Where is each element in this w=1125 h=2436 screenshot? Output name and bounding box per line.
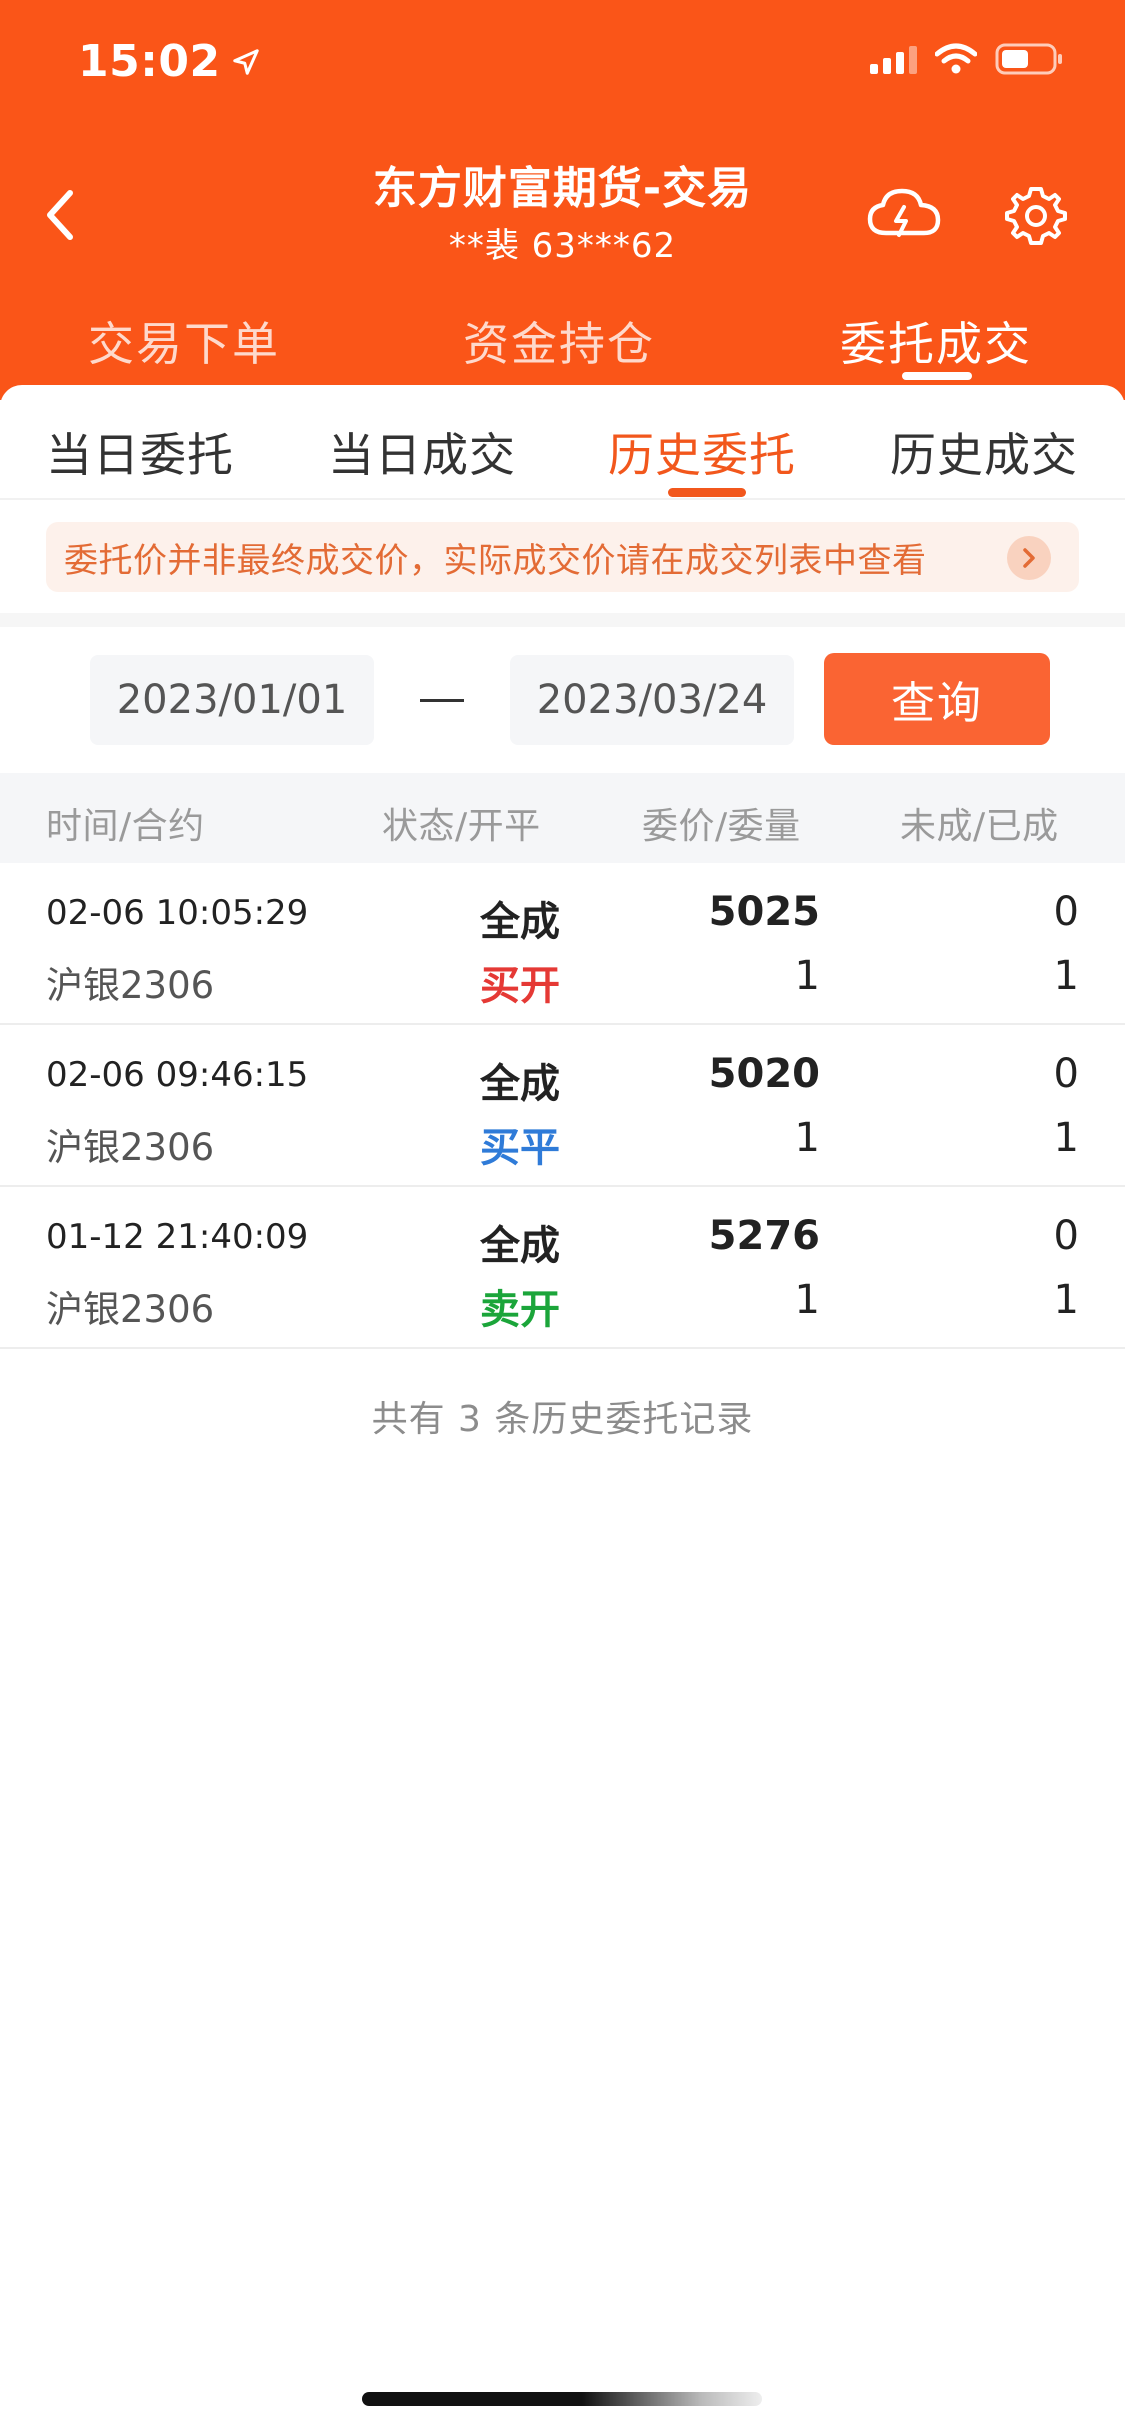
records-summary: 共有 3 条历史委托记录 bbox=[371, 1399, 754, 1440]
notice-text: 委托价并非最终成交价，实际成交价请在成交列表中查看 bbox=[64, 540, 927, 581]
end-date-field[interactable]: 2023/03/24 bbox=[510, 655, 794, 745]
account-subtitle: **裴 63***62 bbox=[448, 226, 677, 266]
tab-today-orders[interactable]: 当日委托 bbox=[46, 419, 234, 485]
order-filled: 1 bbox=[1053, 1115, 1079, 1161]
order-time: 02-06 09:46:15 bbox=[46, 1055, 309, 1095]
tab-funds-positions[interactable]: 资金持仓 bbox=[463, 308, 655, 374]
order-price: 5025 bbox=[708, 889, 820, 935]
location-arrow-icon bbox=[232, 48, 259, 75]
home-indicator[interactable] bbox=[362, 2392, 762, 2406]
status-time: 15:02 bbox=[78, 36, 261, 87]
order-filled: 1 bbox=[1053, 953, 1079, 999]
signal-icon bbox=[870, 44, 917, 74]
order-status: 全成 bbox=[480, 1061, 560, 1107]
order-list: 02-06 10:05:29 沪银2306 全成 买开 5025 1 0 1 0… bbox=[0, 863, 1125, 1349]
cloud-icon[interactable] bbox=[866, 185, 942, 241]
table-row[interactable]: 02-06 10:05:29 沪银2306 全成 买开 5025 1 0 1 bbox=[0, 863, 1125, 1025]
order-unfilled: 0 bbox=[1053, 889, 1079, 935]
header-status-side: 状态/开平 bbox=[382, 806, 541, 847]
start-date-field[interactable]: 2023/01/01 bbox=[90, 655, 374, 745]
order-side: 买平 bbox=[480, 1125, 560, 1171]
order-unfilled: 0 bbox=[1053, 1213, 1079, 1259]
tab-today-trades[interactable]: 当日成交 bbox=[328, 419, 516, 485]
order-side: 卖开 bbox=[480, 1287, 560, 1333]
order-qty: 1 bbox=[794, 1115, 820, 1161]
order-status: 全成 bbox=[480, 1223, 560, 1269]
order-qty: 1 bbox=[794, 953, 820, 999]
app-screen: 15:02 东方财富期货-交易 **裴 63***62 交易下单 资金持仓 委托… bbox=[0, 0, 1125, 2436]
status-icons bbox=[870, 42, 1065, 76]
sub-tab-indicator bbox=[668, 488, 746, 497]
chevron-right-icon[interactable] bbox=[1007, 536, 1051, 580]
tab-trade-order[interactable]: 交易下单 bbox=[88, 308, 280, 374]
order-filled: 1 bbox=[1053, 1277, 1079, 1323]
sub-tabs: 当日委托 当日成交 历史委托 历史成交 bbox=[0, 385, 1125, 500]
order-contract: 沪银2306 bbox=[46, 1288, 215, 1331]
order-contract: 沪银2306 bbox=[46, 964, 215, 1007]
top-tabs: 交易下单 资金持仓 委托成交 bbox=[0, 300, 1125, 380]
status-time-text: 15:02 bbox=[78, 36, 221, 87]
order-price: 5276 bbox=[708, 1213, 820, 1259]
tab-orders-trades[interactable]: 委托成交 bbox=[840, 308, 1032, 374]
order-time: 02-06 10:05:29 bbox=[46, 893, 309, 933]
header-price-qty: 委价/委量 bbox=[642, 806, 801, 847]
page-title: 东方财富期货-交易 bbox=[372, 163, 753, 214]
order-price: 5020 bbox=[708, 1051, 820, 1097]
order-contract: 沪银2306 bbox=[46, 1126, 215, 1169]
date-range-dash bbox=[420, 699, 464, 702]
header-time-contract: 时间/合约 bbox=[46, 806, 205, 847]
battery-icon bbox=[995, 43, 1062, 75]
tab-history-trades[interactable]: 历史成交 bbox=[890, 419, 1078, 485]
order-side: 买开 bbox=[480, 963, 560, 1009]
table-row[interactable]: 01-12 21:40:09 沪银2306 全成 卖开 5276 1 0 1 bbox=[0, 1187, 1125, 1349]
content-card: 当日委托 当日成交 历史委托 历史成交 委托价并非最终成交价，实际成交价请在成交… bbox=[0, 385, 1125, 2436]
query-button[interactable]: 查询 bbox=[824, 653, 1050, 745]
section-divider bbox=[0, 613, 1125, 627]
order-qty: 1 bbox=[794, 1277, 820, 1323]
wifi-icon bbox=[935, 43, 977, 74]
notice-banner[interactable]: 委托价并非最终成交价，实际成交价请在成交列表中查看 bbox=[46, 522, 1079, 592]
order-unfilled: 0 bbox=[1053, 1051, 1079, 1097]
order-status: 全成 bbox=[480, 899, 560, 945]
top-tab-indicator bbox=[902, 372, 972, 380]
table-row[interactable]: 02-06 09:46:15 沪银2306 全成 买平 5020 1 0 1 bbox=[0, 1025, 1125, 1187]
tab-history-orders[interactable]: 历史委托 bbox=[608, 419, 796, 485]
order-time: 01-12 21:40:09 bbox=[46, 1217, 309, 1257]
table-header: 时间/合约 状态/开平 委价/委量 未成/已成 bbox=[0, 773, 1125, 863]
header-unfilled-filled: 未成/已成 bbox=[900, 806, 1059, 847]
header: 15:02 东方财富期货-交易 **裴 63***62 交易下单 资金持仓 委托… bbox=[0, 0, 1125, 400]
gear-icon[interactable] bbox=[1005, 185, 1067, 247]
